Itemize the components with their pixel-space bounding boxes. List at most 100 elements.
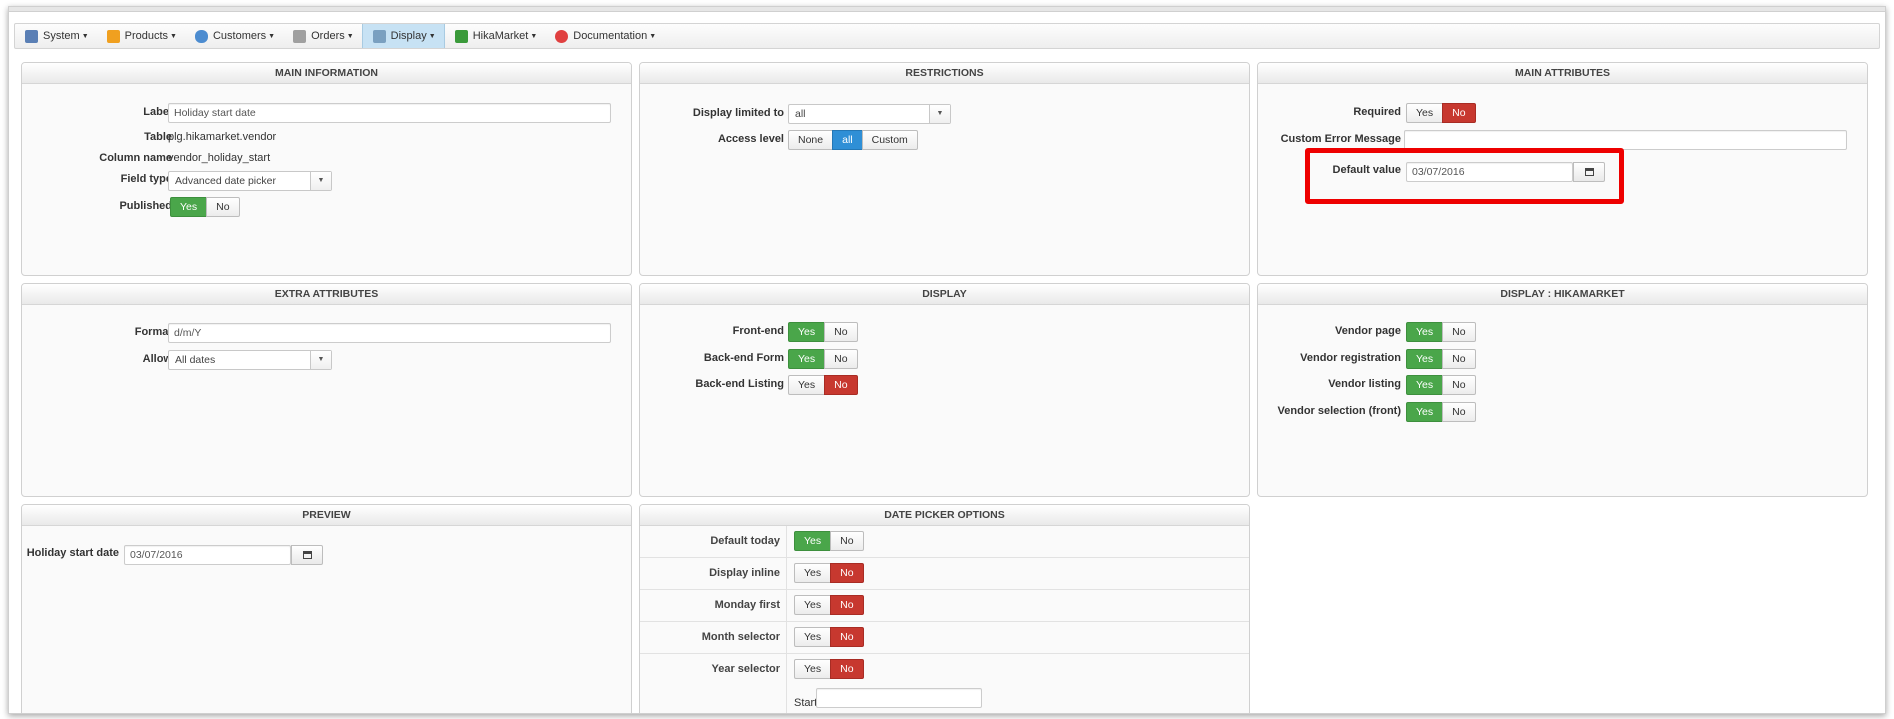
display-limited-label: Display limited to [692, 107, 784, 119]
chevron-down-icon: ▼ [310, 351, 331, 369]
preview-calendar-button[interactable] [291, 545, 323, 565]
display-limited-select[interactable]: all ▼ [788, 104, 951, 124]
dp-row-year-selector: Year selector Yes No Start [640, 654, 1249, 713]
caret-down-icon: ▼ [346, 32, 354, 40]
start-input[interactable] [816, 688, 982, 708]
menu-hikamarket[interactable]: HikaMarket ▼ [445, 24, 546, 48]
default-today-toggle: Yes No [794, 531, 864, 551]
vendor-selection-yes-button[interactable]: Yes [1406, 402, 1444, 422]
backend-listing-label: Back-end Listing [695, 378, 784, 390]
calendar-icon [1585, 168, 1594, 176]
front-end-yes-button[interactable]: Yes [788, 322, 826, 342]
default-today-no-button[interactable]: No [830, 531, 864, 551]
vendor-selection-no-button[interactable]: No [1442, 402, 1476, 422]
panel-main-information: MAIN INFORMATION Label Holiday start dat… [21, 62, 632, 276]
format-input[interactable]: d/m/Y [168, 323, 611, 343]
allow-label: Allow [142, 353, 172, 365]
panel-title: PREVIEW [22, 505, 631, 526]
label-field-label: Label [143, 106, 172, 118]
vendor-registration-yes-button[interactable]: Yes [1406, 349, 1444, 369]
vendor-listing-yes-button[interactable]: Yes [1406, 375, 1444, 395]
chevron-down-icon: ▼ [929, 105, 950, 123]
panel-restrictions: RESTRICTIONS Display limited to all ▼ Ac… [639, 62, 1250, 276]
users-icon [194, 29, 208, 43]
dp-row-display-inline: Display inline Yes No [640, 558, 1249, 590]
caret-down-icon: ▼ [268, 32, 276, 40]
year-selector-yes-button[interactable]: Yes [794, 659, 832, 679]
menu-products[interactable]: Products ▼ [97, 24, 185, 48]
access-level-label: Access level [717, 133, 784, 145]
field-type-label: Field type [120, 173, 172, 185]
backend-form-label: Back-end Form [703, 352, 784, 364]
default-today-yes-button[interactable]: Yes [794, 531, 832, 551]
display-inline-no-button[interactable]: No [830, 563, 864, 583]
required-toggle: Yes No [1406, 103, 1476, 123]
default-value-calendar-button[interactable] [1573, 162, 1605, 182]
format-label: Format [134, 326, 172, 338]
panel-title: RESTRICTIONS [640, 63, 1249, 84]
panel-title: MAIN ATTRIBUTES [1258, 63, 1867, 84]
front-end-label: Front-end [732, 325, 784, 337]
menu-system[interactable]: System ▼ [15, 24, 97, 48]
display-inline-toggle: Yes No [794, 563, 864, 583]
access-all-button[interactable]: all [832, 130, 863, 150]
access-none-button[interactable]: None [788, 130, 834, 150]
menu-customers[interactable]: Customers ▼ [185, 24, 283, 48]
display-inline-yes-button[interactable]: Yes [794, 563, 832, 583]
default-value-label: Default value [1332, 164, 1401, 176]
vendor-page-yes-button[interactable]: Yes [1406, 322, 1444, 342]
preview-field-label: Holiday start date [26, 547, 119, 559]
menu-orders[interactable]: Orders ▼ [283, 24, 362, 48]
access-level-toggle: None all Custom [788, 130, 918, 150]
preview-date-input[interactable]: 03/07/2016 [124, 545, 291, 565]
required-no-button[interactable]: No [1442, 103, 1476, 123]
vendor-listing-no-button[interactable]: No [1442, 375, 1476, 395]
backend-listing-yes-button[interactable]: Yes [788, 375, 826, 395]
display-inline-label: Display inline [709, 567, 780, 579]
month-selector-no-button[interactable]: No [830, 627, 864, 647]
dp-row-default-today: Default today Yes No [640, 526, 1249, 558]
dp-row-month-selector: Month selector Yes No [640, 622, 1249, 654]
vendor-selection-label: Vendor selection (front) [1277, 405, 1401, 417]
field-type-value: Advanced date picker [175, 175, 276, 187]
backend-form-yes-button[interactable]: Yes [788, 349, 826, 369]
month-selector-yes-button[interactable]: Yes [794, 627, 832, 647]
backend-listing-no-button[interactable]: No [824, 375, 858, 395]
menu-orders-label: Orders [311, 30, 345, 42]
monday-first-no-button[interactable]: No [830, 595, 864, 615]
menu-display[interactable]: Display ▼ [361, 24, 445, 48]
table-value: plg.hikamarket.vendor [168, 131, 277, 143]
default-value-input[interactable]: 03/07/2016 [1406, 162, 1573, 182]
access-custom-button[interactable]: Custom [861, 130, 918, 150]
label-input[interactable]: Holiday start date [168, 103, 611, 123]
required-yes-button[interactable]: Yes [1406, 103, 1444, 123]
box-icon [106, 29, 120, 43]
vendor-page-no-button[interactable]: No [1442, 322, 1476, 342]
published-no-button[interactable]: No [206, 197, 240, 217]
backend-form-toggle: Yes No [788, 349, 858, 369]
allow-select[interactable]: All dates ▼ [168, 350, 332, 370]
panel-preview: PREVIEW Holiday start date 03/07/2016 [21, 504, 632, 713]
menu-documentation[interactable]: Documentation ▼ [545, 24, 664, 48]
year-selector-no-button[interactable]: No [830, 659, 864, 679]
monday-first-yes-button[interactable]: Yes [794, 595, 832, 615]
menu-hikamarket-label: HikaMarket [472, 30, 529, 42]
custom-error-input[interactable] [1404, 130, 1847, 150]
dp-row-monday-first: Monday first Yes No [640, 590, 1249, 622]
monday-first-toggle: Yes No [794, 595, 864, 615]
backend-form-no-button[interactable]: No [824, 349, 858, 369]
vendor-listing-label: Vendor listing [1328, 378, 1401, 390]
menu-display-label: Display [390, 30, 427, 42]
lifebuoy-icon [555, 29, 569, 43]
panel-title: EXTRA ATTRIBUTES [22, 284, 631, 305]
caret-down-icon: ▼ [170, 32, 177, 40]
display-icon [372, 29, 386, 43]
year-selector-label: Year selector [711, 663, 781, 675]
field-type-select[interactable]: Advanced date picker ▼ [168, 171, 332, 191]
front-end-no-button[interactable]: No [824, 322, 858, 342]
menu-products-label: Products [124, 30, 169, 42]
published-yes-button[interactable]: Yes [170, 197, 208, 217]
custom-error-label: Custom Error Message [1280, 133, 1401, 145]
vendor-listing-toggle: Yes No [1406, 375, 1476, 395]
vendor-registration-no-button[interactable]: No [1442, 349, 1476, 369]
